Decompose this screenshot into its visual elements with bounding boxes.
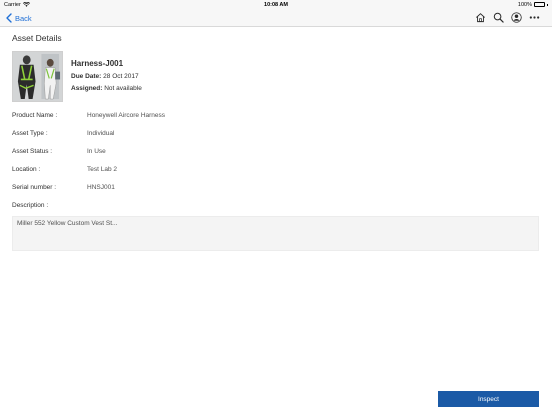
- page-title: Asset Details: [12, 33, 62, 43]
- description-text: Miller 552 Yellow Custom Vest St...: [17, 220, 118, 227]
- serial-number-value: HNSJ001: [87, 184, 115, 191]
- more-icon[interactable]: [529, 12, 540, 23]
- assigned-label: Assigned:: [71, 85, 103, 92]
- serial-number-label: Serial number :: [12, 184, 57, 191]
- back-button[interactable]: Back: [6, 12, 32, 24]
- navigation-bar: Back: [0, 9, 552, 27]
- asset-type-value: Individual: [87, 130, 115, 137]
- due-date-value: 28 Oct 2017: [103, 73, 139, 80]
- assigned: Assigned: Not available: [71, 85, 142, 92]
- profile-icon[interactable]: [511, 12, 522, 23]
- asset-type-label: Asset Type :: [12, 130, 48, 137]
- inspect-button[interactable]: Inspect: [438, 391, 539, 407]
- status-bar: Carrier 10:08 AM 100%: [0, 0, 552, 9]
- chevron-left-icon: [6, 13, 12, 23]
- inspect-button-label: Inspect: [478, 395, 499, 403]
- home-icon[interactable]: [475, 12, 486, 23]
- asset-status-label: Asset Status :: [12, 148, 53, 155]
- asset-photo: [12, 51, 63, 102]
- location-value: Test Lab 2: [87, 166, 117, 173]
- back-label: Back: [15, 13, 32, 23]
- due-date: Due Date: 28 Oct 2017: [71, 73, 139, 80]
- product-name-value: Honeywell Aircore Harness: [87, 112, 166, 119]
- product-name-label: Product Name :: [12, 112, 58, 119]
- asset-status-value: In Use: [87, 148, 106, 155]
- location-label: Location :: [12, 166, 41, 173]
- battery-percent: 100%: [517, 1, 532, 8]
- asset-name: Harness-J001: [71, 59, 124, 68]
- description-field[interactable]: Miller 552 Yellow Custom Vest St...: [12, 216, 539, 251]
- search-icon[interactable]: [493, 12, 504, 23]
- battery-indicator: 100%: [518, 2, 548, 8]
- due-date-label: Due Date:: [71, 73, 102, 80]
- clock: 10:08 AM: [264, 1, 288, 8]
- description-label: Description :: [12, 202, 49, 209]
- assigned-value: Not available: [104, 85, 142, 92]
- battery-icon: [534, 2, 545, 7]
